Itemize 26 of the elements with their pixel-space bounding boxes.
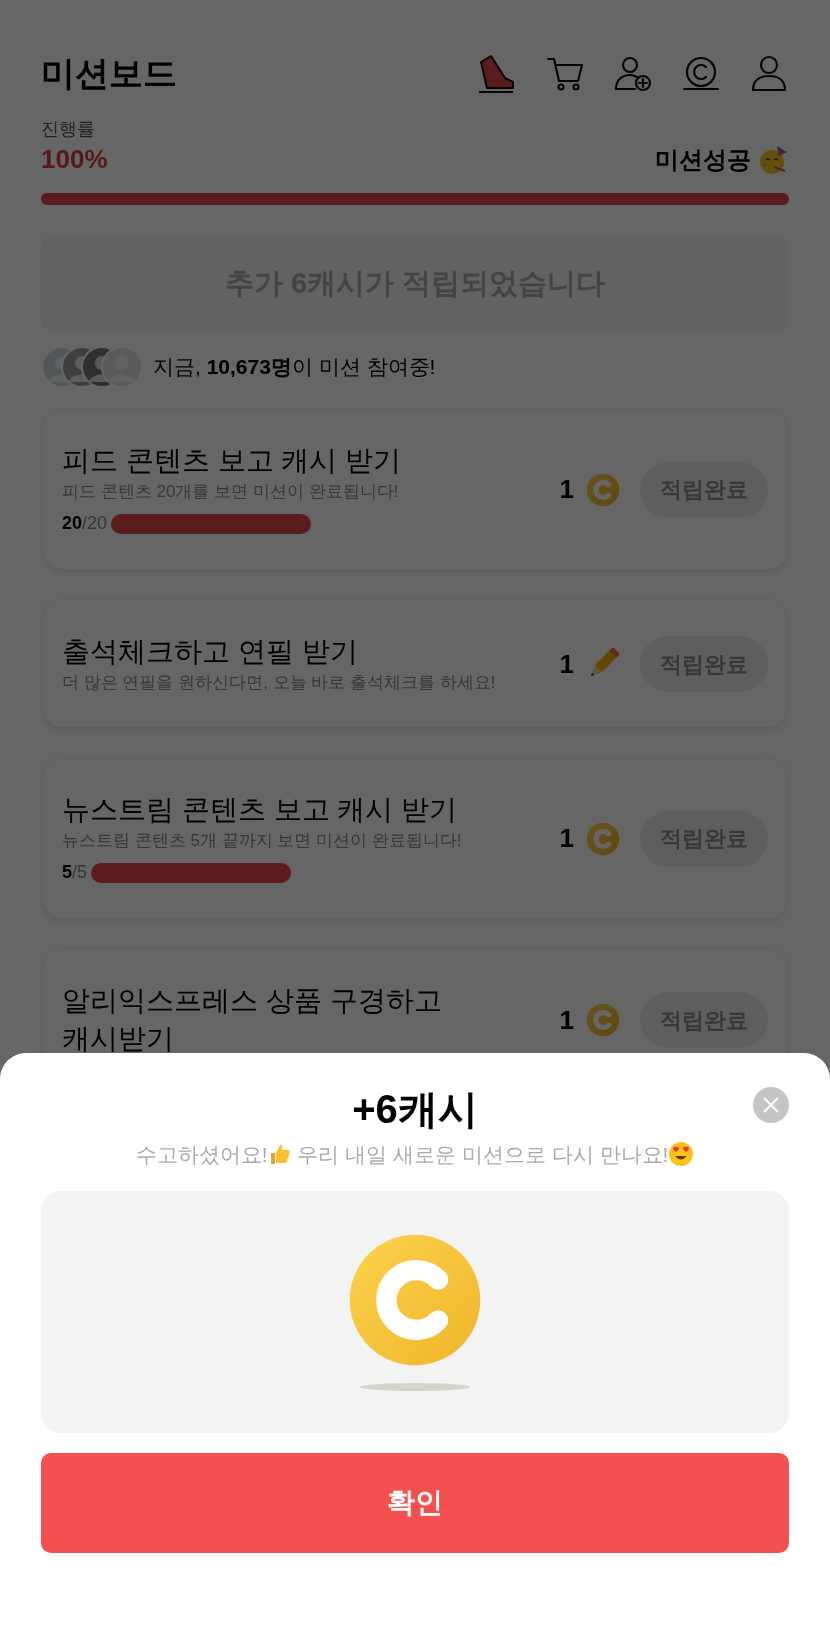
progress-label: 진행률 <box>41 118 96 140</box>
mission-title: 출석체크하고 연필 받기 <box>62 635 359 669</box>
reward-amount: 1 <box>559 822 574 855</box>
sheet-message: 우리 내일 새로운 미션으로 다시 만나요! <box>296 1143 669 1166</box>
avatar <box>101 346 143 388</box>
close-icon <box>762 1096 780 1114</box>
coin-icon <box>586 472 620 507</box>
page-title: 미션보드 <box>41 52 177 94</box>
heart-eyes-icon <box>668 1141 695 1167</box>
confirm-button[interactable]: 확인 <box>41 1452 789 1553</box>
coin-icon <box>586 821 620 856</box>
mission-title: 뉴스트림 콘텐츠 보고 캐시 받기 <box>62 793 459 827</box>
mission-title: 알리익스프레스 상품 구경하고 캐시받기 <box>62 984 443 1056</box>
sheet-message: 수고하셨어요! <box>135 1143 268 1166</box>
reward-amount: 1 <box>559 473 574 506</box>
party-face-icon <box>757 143 789 176</box>
sheet-title: +6캐시 <box>352 1086 478 1133</box>
participants-text: 지금, 10,673명이 미션 참여중! <box>153 354 436 381</box>
mission-title: 피드 콘텐츠 보고 캐시 받기 <box>62 444 403 478</box>
reward-amount: 1 <box>559 647 574 681</box>
progress-value: 100% <box>41 143 108 176</box>
coin-shadow-icon <box>360 1381 470 1392</box>
reward-amount: 1 <box>559 1003 574 1037</box>
coin-icon <box>586 1003 620 1037</box>
profile-icon[interactable] <box>749 53 789 93</box>
mission-status: 미션성공 <box>655 144 751 175</box>
